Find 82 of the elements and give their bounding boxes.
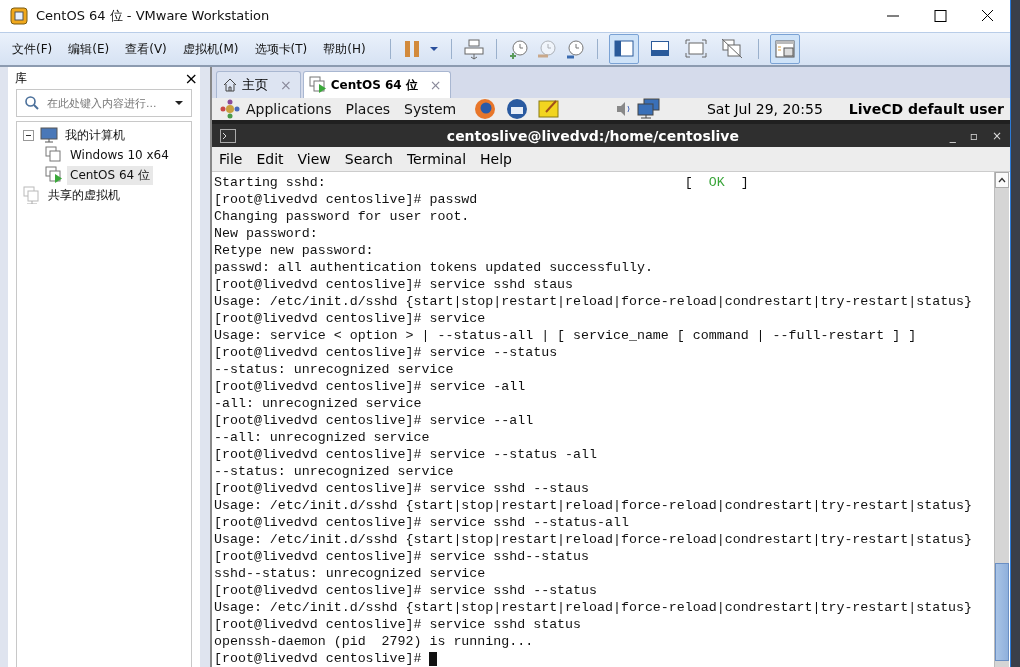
terminal-line: [root@livedvd centoslive]# service --status	[214, 344, 558, 361]
panel-clock[interactable]: Sat Jul 29, 20:55	[707, 101, 823, 117]
window-control-button[interactable]: ▫	[969, 128, 978, 143]
menu-item[interactable]: 虚拟机(M)	[182, 40, 239, 58]
close-button[interactable]: ×	[184, 68, 198, 88]
panel-menu[interactable]: Applications	[246, 101, 332, 117]
terminal-menu-item[interactable]: Search	[344, 151, 393, 167]
library-title: 库	[15, 69, 27, 87]
terminal-line: Usage: service < option > | --status-all | [ service_name [ command | --full-restart ] ]	[214, 327, 917, 344]
terminal-line: Usage: /etc/init.d/sshd {start|stop|restart|reload|force-reload|condrestart|try-restart|status}	[214, 497, 973, 514]
terminal-line: Usage: /etc/init.d/sshd {start|stop|restart|reload|force-reload|condrestart|try-restart|status}	[214, 599, 973, 616]
terminal-line: [root@livedvd centoslive]# passwd	[214, 191, 478, 208]
network-computers-icon[interactable]	[637, 98, 661, 120]
terminal-line: Starting sshd:	[214, 174, 327, 191]
terminal-line: sshd--status: unrecognized service	[214, 565, 486, 582]
terminal-line: Retype new password:	[214, 242, 374, 259]
library-view-icon[interactable]	[769, 34, 800, 64]
app-logo-icon	[10, 7, 28, 25]
clock-plus-icon[interactable]	[507, 38, 530, 60]
dropdown-caret-icon[interactable]	[174, 98, 184, 108]
terminal-menu-item[interactable]: Help	[480, 151, 512, 167]
terminal-line: openssh-daemon (pid 2792) is running...	[214, 633, 534, 650]
menu-item[interactable]: 编辑(E)	[68, 40, 110, 58]
panel-menu[interactable]: System	[404, 101, 457, 117]
terminal-line: Usage: /etc/init.d/sshd {start|stop|restart|reload|force-reload|condrestart|try-restart|status}	[214, 531, 973, 548]
sidebar-view-icon[interactable]	[608, 34, 639, 64]
terminal-line: Changing password for user root.	[214, 208, 470, 225]
computer-icon	[40, 127, 58, 143]
tree-item[interactable]: Windows 10 x64	[67, 147, 172, 163]
network-icon[interactable]	[462, 38, 485, 60]
terminal-line: --status: unrecognized service	[214, 463, 454, 480]
terminal-line: [root@livedvd centoslive]# service sshd staus	[214, 276, 574, 293]
terminal-line: [root@livedvd centoslive]# service --status -all	[214, 446, 597, 463]
terminal-menu-item[interactable]: View	[297, 151, 331, 167]
tab-close-button[interactable]: ×	[429, 77, 442, 93]
running-vm-icon	[308, 76, 327, 94]
terminal-line: [root@livedvd centoslive]# service sshd --status-all	[214, 514, 629, 531]
terminal-line: -all: unrecognized service	[214, 395, 422, 412]
tab[interactable]: CentOS 64 位 ×	[302, 71, 451, 98]
terminal-line: [root@livedvd centoslive]# service sshd --staus	[214, 480, 590, 497]
terminal-menu-item[interactable]: Terminal	[406, 151, 467, 167]
panel-menu[interactable]: Places	[345, 101, 391, 117]
terminal-line: Usage: /etc/init.d/sshd {start|stop|restart|reload|force-reload|condrestart|try-restart|status}	[214, 293, 973, 310]
terminal-line: [root@livedvd centoslive]# service sshd--status	[214, 548, 590, 565]
window-title: CentOS 64 位 - VMware Workstation	[36, 7, 270, 25]
terminal-menu-item[interactable]: Edit	[256, 151, 284, 167]
terminal-menu-item[interactable]: File	[219, 151, 243, 167]
tab[interactable]: 主页 ×	[216, 71, 301, 98]
tab-label: CentOS 64 位	[330, 76, 418, 94]
panel-user[interactable]: LiveCD default user	[848, 101, 1004, 117]
terminal-icon	[220, 128, 236, 143]
scroll-thumb[interactable]	[995, 563, 1009, 661]
scrollbar[interactable]	[994, 172, 1009, 667]
menu-item[interactable]: 帮助(H)	[323, 40, 366, 58]
terminal-line: New password:	[214, 225, 318, 242]
search-field[interactable]: 在此处键入内容进行...	[16, 89, 192, 117]
terminal-line: --status: unrecognized service	[214, 361, 454, 378]
status-text: [ OK ]	[684, 174, 749, 191]
chevron-up-icon	[998, 177, 1006, 183]
terminal-line: [root@livedvd centoslive]#	[214, 650, 423, 667]
window-control-button[interactable]: ×	[991, 128, 1002, 143]
scroll-up-button[interactable]	[995, 172, 1009, 188]
menu-item[interactable]: 选项卡(T)	[254, 40, 308, 58]
terminal-line: --all: unrecognized service	[214, 429, 430, 446]
terminal-line: [root@livedvd centoslive]# service --all	[214, 412, 534, 429]
shared-vm-icon	[23, 186, 41, 204]
tree-item[interactable]: 我的计算机	[62, 125, 128, 145]
menu-item[interactable]: 查看(V)	[125, 40, 167, 58]
terminal-line: [root@livedvd centoslive]# service sshd status	[214, 616, 582, 633]
tree-item[interactable]: 共享的虚拟机	[45, 185, 123, 205]
notepad-icon[interactable]	[538, 98, 561, 120]
terminal-line: [root@livedvd centoslive]# service -all	[214, 378, 526, 395]
tab-label: 主页	[242, 76, 268, 94]
menu-item[interactable]: 文件(F)	[12, 40, 53, 58]
home-icon	[222, 77, 238, 93]
terminal-line: [root@livedvd centoslive]# service sshd --status	[214, 582, 597, 599]
terminal-line: passwd: all authentication tokens updated successfully.	[214, 259, 653, 276]
terminal-title: centoslive@livedvd:/home/centoslive	[445, 127, 740, 144]
tree-item[interactable]: CentOS 64 位	[67, 165, 154, 185]
terminal-line: [root@livedvd centoslive]# service	[214, 310, 486, 327]
window-control-button[interactable]: _	[949, 128, 956, 143]
collapse-toggle-icon[interactable]	[23, 129, 34, 141]
